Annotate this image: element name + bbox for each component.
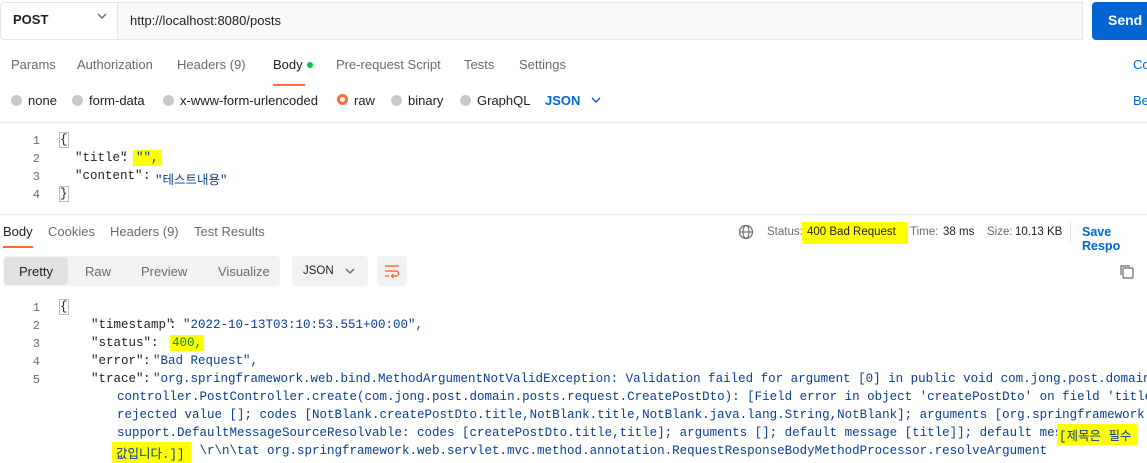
tab-tests[interactable]: Tests — [464, 57, 494, 72]
code-value-highlighted: 400, — [170, 335, 205, 351]
radio-raw-label: raw — [354, 93, 375, 108]
size-value: 10.13 KB — [1015, 226, 1063, 238]
chevron-down-icon — [97, 13, 107, 19]
line-number: 4 — [32, 355, 40, 369]
status-label: Status: — [767, 226, 803, 238]
code-key: "trace" — [91, 372, 144, 386]
radio-graphql[interactable] — [460, 95, 471, 106]
tab-params[interactable]: Params — [11, 57, 56, 72]
wrap-lines-icon — [385, 265, 400, 279]
radio-form-data-label: form-data — [89, 93, 145, 108]
radio-form-data[interactable] — [72, 95, 83, 106]
method-label: POST — [13, 12, 49, 27]
code-value-highlighted: [제목은 필수 — [1057, 424, 1138, 445]
time-label: Time: — [910, 226, 939, 238]
code-key: "status" — [91, 336, 152, 350]
tab-settings[interactable]: Settings — [519, 57, 566, 72]
code-value: \r\n\tat org.springframework.web.servlet… — [192, 444, 1048, 458]
tab-body[interactable]: Body — [273, 57, 303, 72]
radio-none[interactable] — [11, 95, 22, 106]
radio-none-label: none — [28, 93, 57, 108]
view-raw[interactable]: Raw — [85, 264, 111, 279]
code-key: "content" — [75, 169, 143, 183]
beautify-link[interactable]: Be — [1133, 93, 1147, 108]
save-response-button[interactable]: Save Respo — [1082, 225, 1147, 253]
radio-binary-label: binary — [408, 93, 444, 108]
response-tab-cookies[interactable]: Cookies — [48, 224, 95, 239]
url-text: http://localhost:8080/posts — [130, 13, 282, 28]
line-number: 1 — [32, 134, 40, 148]
radio-raw[interactable] — [337, 94, 348, 105]
radio-urlencoded-label: x-www-form-urlencoded — [180, 93, 318, 108]
line-number: 4 — [32, 188, 40, 202]
status-value: 400 Bad Request — [807, 226, 896, 238]
code-value: "2022-10-13T03:10:53.551+00:00", — [183, 318, 424, 332]
tab-headers[interactable]: Headers (9) — [177, 57, 246, 72]
code-value: "org.springframework.web.bind.MethodArgu… — [153, 372, 1147, 386]
size-label: Size: — [987, 226, 1013, 238]
code-brace: } — [59, 186, 69, 202]
view-pretty[interactable]: Pretty — [19, 264, 53, 279]
view-visualize[interactable]: Visualize — [218, 264, 270, 279]
code-value: controller.PostController.create(com.jon… — [117, 390, 1147, 404]
divider — [1070, 222, 1071, 242]
cookies-link[interactable]: Co — [1133, 57, 1147, 72]
active-tab-indicator — [273, 84, 305, 86]
divider — [0, 122, 1147, 123]
code-colon: : — [151, 336, 167, 350]
radio-graphql-label: GraphQL — [477, 93, 531, 108]
line-number: 2 — [32, 319, 40, 333]
tab-authorization[interactable]: Authorization — [77, 57, 153, 72]
code-value: "테스트내용" — [155, 174, 228, 188]
view-preview[interactable]: Preview — [141, 264, 187, 279]
code-brace: { — [59, 132, 69, 148]
code-value-highlighted: 값입니다.]] — [112, 442, 191, 463]
response-tab-test-results[interactable]: Test Results — [194, 224, 265, 239]
response-format-label: JSON — [303, 265, 334, 277]
code-value: rejected value []; codes [NotBlank.creat… — [117, 408, 1147, 422]
line-number: 2 — [32, 152, 40, 166]
code-brace: { — [59, 299, 69, 315]
radio-binary[interactable] — [391, 95, 402, 106]
code-value: "Bad Request", — [153, 354, 259, 368]
code-colon: : — [169, 318, 185, 332]
time-value: 38 ms — [943, 226, 975, 238]
code-value-highlighted: "", — [133, 150, 162, 166]
line-number: 3 — [32, 170, 40, 184]
divider — [0, 214, 1147, 215]
active-tab-indicator — [3, 246, 33, 248]
body-modified-dot — [307, 62, 313, 68]
line-number: 1 — [32, 301, 40, 315]
copy-icon[interactable] — [1118, 263, 1136, 281]
code-key: "error" — [91, 354, 144, 368]
chevron-down-icon — [345, 268, 355, 274]
globe-icon[interactable] — [738, 224, 754, 240]
code-value: support.DefaultMessageSourceResolvable: … — [117, 426, 1100, 440]
response-tab-body[interactable]: Body — [3, 224, 33, 239]
line-number: 5 — [32, 373, 40, 387]
code-key: "timestamp" — [91, 318, 174, 332]
radio-urlencoded[interactable] — [163, 95, 174, 106]
response-tab-headers[interactable]: Headers (9) — [110, 224, 179, 239]
chevron-down-icon — [591, 97, 601, 103]
code-key: "title" — [75, 151, 128, 165]
body-format-select[interactable]: JSON — [545, 93, 580, 108]
line-number: 3 — [32, 337, 40, 351]
send-button-label: Send — [1108, 12, 1143, 28]
tab-pre-request-script[interactable]: Pre-request Script — [336, 57, 441, 72]
